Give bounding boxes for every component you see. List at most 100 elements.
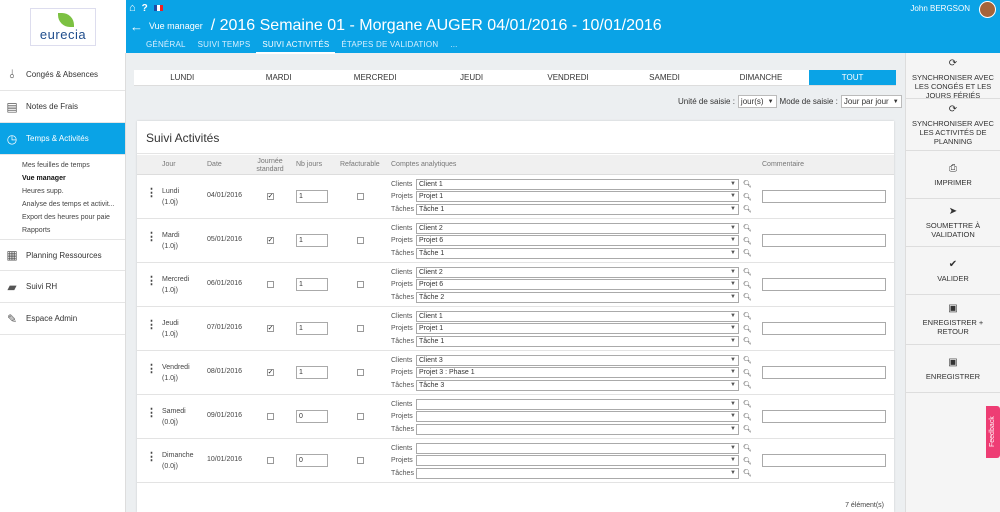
tache-select[interactable]: Tâche 1 ▼ xyxy=(416,203,739,215)
commentaire-input[interactable] xyxy=(762,322,886,335)
save-button[interactable]: ▣ ENREGISTRER xyxy=(906,345,1000,393)
print-button[interactable]: ⎙ IMPRIMER xyxy=(906,151,1000,199)
tab-suivi-activites[interactable]: SUIVI ACTIVITÉS xyxy=(256,39,336,54)
search-icon[interactable]: 🔍︎ xyxy=(743,356,752,364)
row-menu-icon[interactable]: ⋮ xyxy=(146,188,157,199)
projet-select[interactable]: Projet 1 ▼ xyxy=(416,191,739,203)
tache-select[interactable]: Tâche 1 ▼ xyxy=(416,335,739,347)
sub-item-analyse[interactable]: Analyse des temps et activit... xyxy=(0,198,125,211)
tab-dimanche[interactable]: DIMANCHE xyxy=(713,70,809,85)
nb-jours-input[interactable]: 0 xyxy=(296,454,328,467)
sub-item-heures-supp[interactable]: Heures supp. xyxy=(0,185,125,198)
sidebar-item-suivi-rh[interactable]: ▰ Suivi RH xyxy=(0,271,125,303)
client-select[interactable]: ▼ xyxy=(416,398,739,410)
journee-standard-checkbox[interactable]: ✓ xyxy=(267,369,274,376)
journee-standard-checkbox[interactable]: ✓ xyxy=(267,325,274,332)
search-icon[interactable]: 🔍︎ xyxy=(743,281,752,289)
flag-fr-icon[interactable] xyxy=(153,5,163,11)
back-link[interactable]: Vue manager xyxy=(149,21,203,31)
avatar[interactable] xyxy=(979,1,996,18)
refacturable-checkbox[interactable] xyxy=(357,457,364,464)
search-icon[interactable]: 🔍︎ xyxy=(743,224,752,232)
tab-suivi-temps[interactable]: SUIVI TEMPS xyxy=(192,39,257,54)
row-menu-icon[interactable]: ⋮ xyxy=(146,232,157,243)
search-icon[interactable]: 🔍︎ xyxy=(743,381,752,389)
row-menu-icon[interactable]: ⋮ xyxy=(146,320,157,331)
home-icon[interactable]: ⌂ xyxy=(129,2,136,14)
sync-conges-button[interactable]: ⟳ SYNCHRONISER AVEC LES CONGÉS ET LES JO… xyxy=(906,53,1000,100)
back-arrow-icon[interactable]: ← xyxy=(130,19,143,34)
client-select[interactable]: Client 2 ▼ xyxy=(416,266,739,278)
refacturable-checkbox[interactable] xyxy=(357,281,364,288)
refacturable-checkbox[interactable] xyxy=(357,369,364,376)
nb-jours-input[interactable]: 1 xyxy=(296,190,328,203)
projet-select[interactable]: Projet 3 : Phase 1 ▼ xyxy=(416,367,739,379)
journee-standard-checkbox[interactable]: ✓ xyxy=(267,193,274,200)
search-icon[interactable]: 🔍︎ xyxy=(743,312,752,320)
projet-select[interactable]: Projet 6 ▼ xyxy=(416,279,739,291)
nb-jours-input[interactable]: 1 xyxy=(296,278,328,291)
search-icon[interactable]: 🔍︎ xyxy=(743,205,752,213)
tab-general[interactable]: GÉNÉRAL xyxy=(140,39,192,54)
tab-vendredi[interactable]: VENDREDI xyxy=(520,70,616,85)
tab-samedi[interactable]: SAMEDI xyxy=(616,70,712,85)
search-icon[interactable]: 🔍︎ xyxy=(743,193,752,201)
projet-select[interactable]: ▼ xyxy=(416,455,739,467)
user-name[interactable]: John BERGSON xyxy=(910,4,970,13)
sidebar-item-conges[interactable]: ⫰ Congés & Absences xyxy=(0,59,125,91)
row-menu-icon[interactable]: ⋮ xyxy=(146,276,157,287)
tache-select[interactable]: Tâche 2 ▼ xyxy=(416,291,739,303)
row-menu-icon[interactable]: ⋮ xyxy=(146,408,157,419)
sub-item-export[interactable]: Export des heures pour paie xyxy=(0,211,125,224)
search-icon[interactable]: 🔍︎ xyxy=(743,457,752,465)
sidebar-item-espace-admin[interactable]: ✎ Espace Admin xyxy=(0,303,125,335)
journee-standard-checkbox[interactable] xyxy=(267,281,274,288)
refacturable-checkbox[interactable] xyxy=(357,193,364,200)
projet-select[interactable]: Projet 6 ▼ xyxy=(416,235,739,247)
row-menu-icon[interactable]: ⋮ xyxy=(146,452,157,463)
sync-planning-button[interactable]: ⟳ SYNCHRONISER AVEC LES ACTIVITÉS DE PLA… xyxy=(906,99,1000,151)
search-icon[interactable]: 🔍︎ xyxy=(743,369,752,377)
search-icon[interactable]: 🔍︎ xyxy=(743,413,752,421)
nb-jours-input[interactable]: 1 xyxy=(296,366,328,379)
tache-select[interactable]: ▼ xyxy=(416,467,739,479)
search-icon[interactable]: 🔍︎ xyxy=(743,249,752,257)
commentaire-input[interactable] xyxy=(762,454,886,467)
tab-mardi[interactable]: MARDI xyxy=(230,70,326,85)
feedback-tab[interactable]: Feedback xyxy=(986,406,1000,458)
tab-more[interactable]: ... xyxy=(444,39,463,54)
commentaire-input[interactable] xyxy=(762,366,886,379)
tache-select[interactable]: Tâche 1 ▼ xyxy=(416,247,739,259)
commentaire-input[interactable] xyxy=(762,190,886,203)
search-icon[interactable]: 🔍︎ xyxy=(743,400,752,408)
validate-button[interactable]: ✔ VALIDER xyxy=(906,247,1000,295)
search-icon[interactable]: 🔍︎ xyxy=(743,268,752,276)
commentaire-input[interactable] xyxy=(762,410,886,423)
sub-item-mes-feuilles[interactable]: Mes feuilles de temps xyxy=(0,159,125,172)
tab-tout[interactable]: TOUT xyxy=(809,70,896,85)
client-select[interactable]: Client 3 ▼ xyxy=(416,354,739,366)
search-icon[interactable]: 🔍︎ xyxy=(743,337,752,345)
sub-item-vue-manager[interactable]: Vue manager xyxy=(0,172,125,185)
commentaire-input[interactable] xyxy=(762,278,886,291)
nb-jours-input[interactable]: 1 xyxy=(296,322,328,335)
tache-select[interactable]: ▼ xyxy=(416,423,739,435)
tab-lundi[interactable]: LUNDI xyxy=(134,70,230,85)
tab-etapes-validation[interactable]: ÉTAPES DE VALIDATION xyxy=(335,39,444,54)
projet-select[interactable]: ▼ xyxy=(416,411,739,423)
submit-validation-button[interactable]: ➤ SOUMETTRE À VALIDATION xyxy=(906,199,1000,247)
client-select[interactable]: Client 2 ▼ xyxy=(416,222,739,234)
journee-standard-checkbox[interactable] xyxy=(267,413,274,420)
search-icon[interactable]: 🔍︎ xyxy=(743,237,752,245)
client-select[interactable]: Client 1 ▼ xyxy=(416,310,739,322)
refacturable-checkbox[interactable] xyxy=(357,237,364,244)
search-icon[interactable]: 🔍︎ xyxy=(743,180,752,188)
nb-jours-input[interactable]: 0 xyxy=(296,410,328,423)
save-return-button[interactable]: ▣ ENREGISTRER + RETOUR xyxy=(906,295,1000,345)
search-icon[interactable]: 🔍︎ xyxy=(743,325,752,333)
refacturable-checkbox[interactable] xyxy=(357,325,364,332)
sidebar-item-temps-activites[interactable]: ◷ Temps & Activités xyxy=(0,123,125,155)
mode-select[interactable]: Jour par jour ▼ xyxy=(840,95,902,108)
nb-jours-input[interactable]: 1 xyxy=(296,234,328,247)
client-select[interactable]: Client 1 ▼ xyxy=(416,178,739,190)
